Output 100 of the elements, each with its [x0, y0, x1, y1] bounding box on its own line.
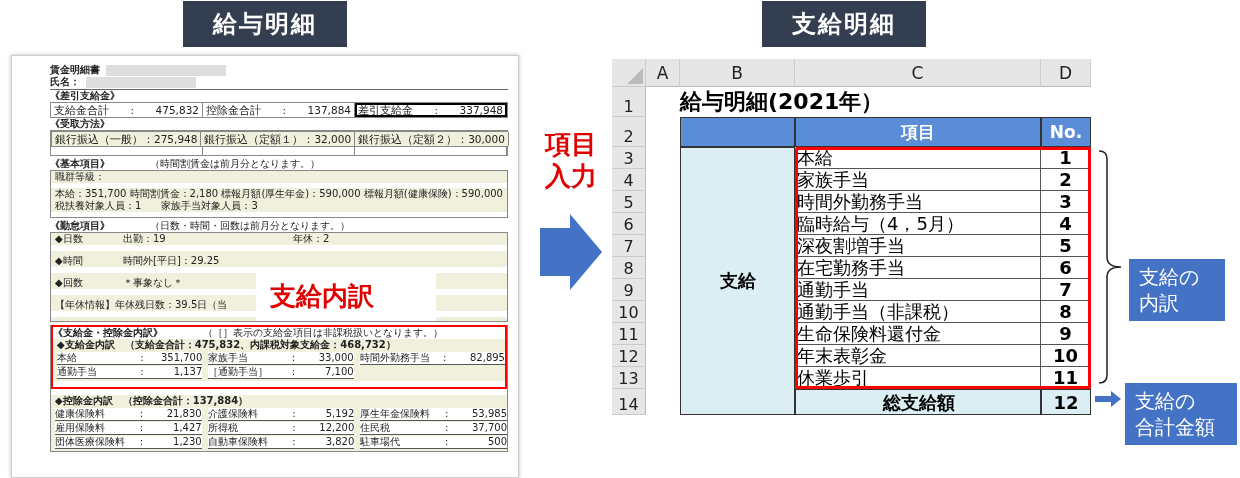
item-value: 33,000 [317, 352, 354, 364]
item-label: 厚生年金保険料 [360, 408, 432, 420]
amount-label: 差引支給金 [358, 104, 413, 116]
separator: : [140, 352, 145, 364]
instruction-label: 項目 入力 [545, 128, 597, 192]
item-label: 家族手当 [208, 352, 250, 364]
row-header[interactable]: 8 [612, 257, 646, 279]
table-cell: 臨時給与（4，5月） [795, 213, 1041, 235]
item-value: 1,427 [172, 422, 202, 434]
section-heading: 《受取方法》 [50, 118, 111, 130]
item-value: 351,700 [159, 352, 203, 364]
sheet-title: 給与明細(2021年） [680, 88, 885, 116]
amount-value: 30,000 [468, 133, 505, 145]
amount-value: 337,948 [459, 104, 503, 116]
amount-value: 137,884 [307, 104, 351, 116]
item-value: 37,700 [471, 422, 507, 434]
amount-value: 475,832 [155, 104, 199, 116]
field-text: 家族手当対象人員：3 [161, 200, 258, 212]
separator: : [445, 422, 450, 434]
item-label: 駐車場代 [360, 436, 402, 448]
field-text: 年休：2 [293, 233, 330, 245]
total-cell: 総支給額 [795, 389, 1041, 415]
table-cell: 時間外勤務手当 [795, 191, 1041, 213]
arrow-icon [1095, 391, 1121, 407]
item-value: 5,192 [324, 408, 355, 420]
row-header[interactable]: 12 [612, 345, 646, 367]
table-cell: 1 [1041, 147, 1091, 169]
item-value: 53,985 [471, 408, 507, 420]
field-text: ＊事象なし＊ [123, 277, 183, 289]
item-value: 7,100 [324, 366, 354, 378]
item-label: 自動車保険料 [207, 436, 269, 448]
table-cell: 本給 [795, 147, 1041, 169]
item-value: 82,895 [469, 352, 505, 364]
separator: : [282, 104, 287, 116]
table-cell: 通勤手当（非課税） [795, 301, 1041, 323]
amount-label: 支給金合計 [54, 104, 109, 116]
select-all-icon [627, 68, 643, 84]
row-header[interactable]: 1 [612, 87, 646, 117]
table-cell: 深夜割増手当 [795, 235, 1041, 257]
separator: ： [303, 133, 315, 145]
column-header[interactable]: D [1041, 59, 1091, 87]
header-cell: No. [1041, 117, 1091, 147]
separator: : [292, 408, 297, 420]
section-heading: 《勤怠項目》 [50, 220, 110, 232]
table-cell: 2 [1041, 169, 1091, 191]
section-heading: 《支給金・控除金内訳》 [53, 327, 163, 339]
group-heading: ◆支給金内訳 （支給金合計：475,832、内課税対象支給金：468,732） [57, 339, 396, 351]
table-cell: 8 [1041, 301, 1091, 323]
field-text: 出勤：19 [123, 233, 166, 245]
table-cell: 3 [1041, 191, 1091, 213]
row-header[interactable]: 11 [612, 323, 646, 345]
callout-label: 支給の 合計金額 [1125, 383, 1237, 445]
document-title: 賃金明細書 [50, 64, 100, 76]
item-value: 500 [486, 436, 507, 448]
field-text: 税扶養対象人員：1 [55, 200, 142, 212]
table-cell: 年末表彰金 [795, 345, 1041, 367]
row-header[interactable]: 5 [612, 191, 646, 213]
table-cell: 7 [1041, 279, 1091, 301]
separator: : [292, 422, 297, 434]
row-header[interactable]: 4 [612, 169, 646, 191]
item-value: 21,830 [165, 408, 202, 420]
separator: : [445, 436, 450, 448]
row-header[interactable]: 7 [612, 235, 646, 257]
field-text: 時間外[平日]：29.25 [123, 255, 220, 267]
column-header[interactable]: C [795, 59, 1041, 87]
arrow-icon [540, 214, 602, 290]
separator: : [291, 352, 297, 364]
row-header[interactable]: 14 [612, 389, 646, 415]
section-heading: 《差引支給金》 [50, 90, 121, 102]
row-header[interactable]: 6 [612, 213, 646, 235]
field-text: 職群等級： [55, 171, 105, 183]
row-header[interactable]: 9 [612, 279, 646, 301]
field-label: ◆回数 [55, 277, 84, 289]
row-header[interactable]: 2 [612, 117, 646, 147]
item-label: 健康保険料 [55, 408, 106, 420]
name-label: 氏名： [50, 76, 80, 88]
field-text: 時間割賃金：2,180 [129, 188, 219, 200]
field-label: ◆日数 [55, 233, 84, 245]
row-header[interactable]: 3 [612, 147, 646, 169]
separator: : [139, 408, 145, 420]
item-label: 団体医療保険料 [55, 436, 126, 448]
column-header[interactable]: A [646, 59, 680, 87]
table-cell: 10 [1041, 345, 1091, 367]
item-label: 住民税 [360, 422, 392, 434]
section-title: 支給明細 [762, 1, 926, 47]
group-cell: 支給 [680, 147, 795, 415]
table-cell: 4 [1041, 213, 1091, 235]
item-label: 時間外勤務手当 [359, 352, 431, 364]
item-label: 本給 [57, 352, 78, 364]
item-label: 雇用保険料 [55, 422, 106, 434]
amount-value: 275,948 [154, 133, 198, 145]
separator: ： [143, 133, 154, 145]
separator: : [130, 104, 135, 116]
row-header[interactable]: 13 [612, 367, 646, 389]
table-cell: 家族手当 [795, 169, 1041, 191]
field-text: 標報月額(厚生年金)：590,000 [221, 188, 361, 200]
callout-label: 支給の 内訳 [1129, 259, 1225, 321]
separator: : [445, 408, 450, 420]
row-header[interactable]: 10 [612, 301, 646, 323]
column-header[interactable]: B [680, 59, 795, 87]
